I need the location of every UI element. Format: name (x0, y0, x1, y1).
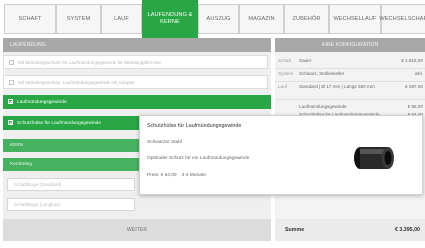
right-panel-header: IHRE KONFIGURATION (275, 38, 425, 52)
tab-magazin[interactable]: MAGAZIN (239, 4, 284, 34)
kern-input-2[interactable]: Schaftlänge (Langbau) (7, 198, 135, 211)
spec-key: Schaft (278, 58, 292, 63)
next-button[interactable]: WEITER (3, 219, 271, 241)
tooltip-price: Preis: € 54,00 (147, 173, 177, 178)
spec-value: Standard | Ø 17 mm | Länge 560 mm (299, 84, 375, 89)
spec-row: Schaft Sauer € 1.816,00 (275, 55, 425, 69)
tooltip-description: Optimaler Schutz für ein Laufmündungsgew… (147, 156, 250, 161)
tab-lauf[interactable]: LAUF (101, 4, 142, 34)
tooltip-title: Schutzhülse für Laufmündungsgewinde (147, 123, 242, 129)
tooltip-price-line: Preis: € 54,00 3-4 Monate (147, 173, 206, 178)
left-panel-header: LAUFENDUNG (3, 38, 271, 52)
kern-input-1[interactable]: Schaftlänge (Standard) (7, 178, 135, 191)
option-row[interactable]: Mit Mündungsschutz mit Laufmündungsgewin… (3, 55, 268, 69)
tab-wechselschaft[interactable]: WECHSELSCHAFT (379, 4, 425, 34)
checkbox[interactable] (9, 60, 14, 65)
tooltip-material: Schwarzer Stahl (147, 140, 182, 145)
spec-price: inkl. (414, 71, 423, 76)
spec-row: System Schwarz, Stollenkeller inkl. (275, 68, 425, 82)
total-label: Summe (285, 227, 305, 233)
tab-auszug[interactable]: AUSZUG (198, 4, 239, 34)
spec-price: € 1.816,00 (401, 58, 423, 63)
product-tooltip: Schutzhülse für Laufmündungsgewinde Schw… (139, 115, 423, 195)
option-label: Schutzhülse für Laufmündungsgewinde (17, 120, 102, 126)
option-label: Laufmündungsgewinde (17, 99, 67, 105)
tab-wechsellauf[interactable]: WECHSELLAUF (329, 4, 381, 34)
option-label: Mit Mündungsschutz mit Laufmündungsgewin… (18, 59, 161, 65)
tab-zubehoer[interactable]: ZUBEHÖR (284, 4, 329, 34)
tab-system[interactable]: SYSTEM (56, 4, 101, 34)
spec-price: € 597,00 (405, 84, 423, 89)
option-row-selected[interactable]: Laufmündungsgewinde (3, 95, 271, 109)
spec-key: Lauf (278, 84, 287, 89)
spec-value: Sauer (299, 58, 312, 63)
spec-value: Schwarz, Stollenkeller (299, 71, 345, 76)
total-value: € 3.395,00 (394, 227, 420, 233)
tab-bar: SCHAFT SYSTEM LAUF LAUFENDUNG & KERNE AU… (0, 0, 425, 40)
option-label: Mit Mündungsschutz, Laufmündungsgewinde … (18, 79, 135, 85)
checkbox-checked[interactable] (8, 99, 13, 104)
tab-schaft[interactable]: SCHAFT (4, 4, 56, 34)
checkbox[interactable] (9, 80, 14, 85)
spec-row: Lauf Standard | Ø 17 mm | Länge 560 mm €… (275, 81, 425, 100)
option-row[interactable]: Mit Mündungsschutz, Laufmündungsgewinde … (3, 75, 268, 89)
tab-laufendung[interactable]: LAUFENDUNG & KERNE (142, 0, 198, 38)
total-bar: Summe € 3.395,00 (275, 219, 425, 241)
checkbox-checked[interactable] (8, 120, 13, 125)
tooltip-delivery: 3-4 Monate (181, 173, 206, 178)
spec-key: System (278, 71, 294, 76)
thread-protector-image (354, 147, 394, 169)
